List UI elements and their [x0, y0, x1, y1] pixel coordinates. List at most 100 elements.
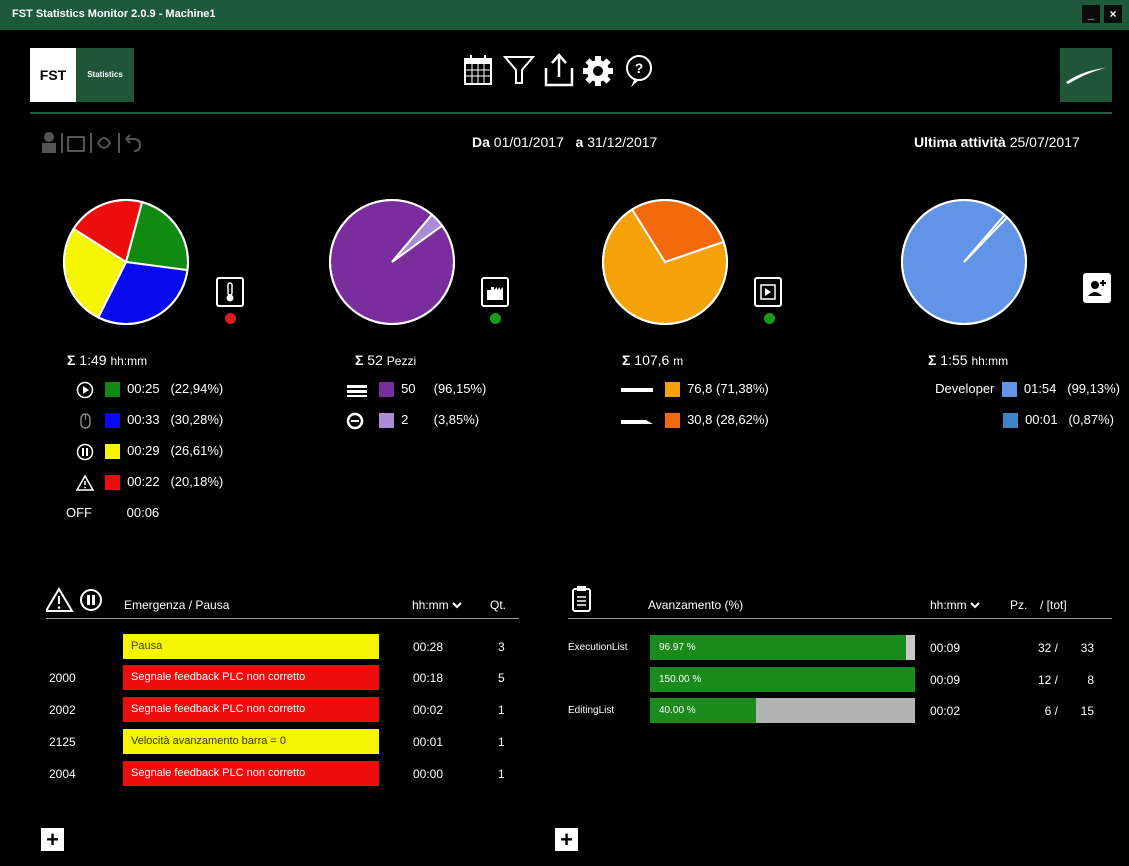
- pieces-status-dot: [490, 313, 501, 324]
- pieces-legend: 50 (96,15%) 2 (3,85%): [346, 378, 486, 431]
- progress-pz: 32 /: [1037, 641, 1058, 655]
- legend-percent: (30,28%): [170, 412, 224, 427]
- logo-statistics-text: Statistics: [76, 48, 134, 102]
- alarm-code: 2000: [49, 671, 76, 685]
- legend-percent: (96,15%): [433, 381, 487, 396]
- alarm-time: 00:02: [413, 703, 444, 717]
- mouse-icon: [80, 412, 91, 429]
- time-sum: Σ 1:49 hh:mm: [67, 352, 148, 368]
- legend-time: 00:22: [127, 474, 160, 489]
- window-title: FST Statistics Monitor 2.0.9 - Machine1: [12, 8, 216, 20]
- pieces-sum-value: 52: [367, 352, 383, 368]
- minimize-button[interactable]: _: [1082, 5, 1100, 23]
- legend-swatch: [664, 413, 680, 429]
- alarm-description: Segnale feedback PLC non corretto: [123, 761, 379, 786]
- legend-swatch: [378, 382, 394, 398]
- cutting-list-icon[interactable]: [754, 277, 782, 307]
- legend-percent: (26,61%): [170, 443, 224, 458]
- legend-value: 30,8 (28,62%): [687, 412, 769, 427]
- legend-row-user: Developer 01:54 (99,13%): [890, 378, 1120, 400]
- list-name: ExecutionList: [568, 642, 628, 653]
- alarms-sort-time[interactable]: hh:mm: [412, 598, 462, 612]
- legend-row-used-meters: 76,8 (71,38%): [620, 378, 769, 400]
- legend-swatch: [664, 382, 680, 398]
- legend-row-off: OFF 00:06: [66, 502, 223, 524]
- play-icon: [76, 381, 94, 398]
- pause-icon: [76, 443, 94, 460]
- progress-tot: 33: [1080, 641, 1094, 655]
- alarms-col-time: hh:mm: [412, 598, 449, 612]
- to-label: a: [575, 134, 584, 150]
- pause-icon: [80, 589, 102, 611]
- alarms-header-title: Emergenza / Pausa: [124, 598, 230, 612]
- meters-sum: Σ 107,6 m: [622, 352, 684, 368]
- chevron-down-icon: [970, 602, 980, 609]
- users-legend: Developer 01:54 (99,13%) 00:01 (0,87%): [890, 378, 1120, 431]
- add-list-button[interactable]: +: [555, 828, 578, 851]
- help-icon[interactable]: ?: [622, 50, 662, 94]
- time-sum-value: 1:49: [79, 352, 107, 368]
- alarms-col-qty: Qt.: [490, 598, 507, 612]
- alarm-time: 00:01: [413, 735, 444, 749]
- alarm-description: Pausa: [123, 634, 379, 659]
- legend-swatch: [1002, 413, 1018, 429]
- alarm-code: 2002: [49, 703, 76, 717]
- progress-fill: 96.97 %: [650, 635, 907, 660]
- legend-row-user: 00:01 (0,87%): [890, 409, 1120, 431]
- users-sum: Σ 1:55 hh:mm: [928, 352, 1009, 368]
- alarm-qty: 1: [498, 767, 505, 781]
- progress-col-time: hh:mm: [930, 598, 967, 612]
- meters-sum-unit: m: [673, 354, 684, 368]
- alarm-code: 2004: [49, 767, 76, 781]
- thermometer-icon[interactable]: [216, 277, 244, 307]
- progress-sort-time[interactable]: hh:mm: [930, 598, 980, 612]
- pieces-sum: Σ 52 Pezzi: [355, 352, 417, 368]
- time-legend: 00:25 (22,94%) 00:33 (30,28%) 00:29 (26,…: [66, 378, 224, 524]
- alarm-qty: 3: [498, 640, 505, 654]
- calendar-icon[interactable]: [462, 50, 502, 94]
- legend-swatch: [104, 413, 120, 429]
- users-sum-value: 1:55: [940, 352, 968, 368]
- progress-bar: 150.00 %: [650, 667, 915, 692]
- from-label: Da: [472, 134, 490, 150]
- legend-row-work: 00:25 (22,94%): [76, 378, 223, 400]
- legend-percent: (3,85%): [433, 412, 480, 427]
- legend-percent: (20,18%): [170, 474, 224, 489]
- list-name: EditingList: [568, 705, 615, 716]
- close-button[interactable]: ×: [1104, 5, 1122, 23]
- progress-time: 00:09: [930, 641, 961, 655]
- progress-pz: 6 /: [1044, 704, 1058, 718]
- progress-pz: 12 /: [1037, 673, 1058, 687]
- user-name: Developer: [935, 381, 995, 396]
- last-activity-value: 25/07/2017: [1009, 134, 1080, 150]
- to-date: 31/12/2017: [587, 134, 658, 150]
- clipboard-icon: [571, 585, 593, 616]
- legend-percent: (22,94%): [170, 381, 224, 396]
- progress-fill: 150.00 %: [650, 667, 915, 692]
- off-time: 00:06: [126, 505, 160, 520]
- progress-tot: 15: [1080, 704, 1094, 718]
- factory-icon[interactable]: [481, 277, 509, 307]
- time-status-dot: [225, 313, 236, 324]
- date-range[interactable]: Da 01/01/2017 a 31/12/2017: [472, 134, 657, 150]
- progress-remaining: [905, 635, 915, 660]
- alarm-qty: 5: [498, 671, 505, 685]
- legend-row-alarm: 00:22 (20,18%): [75, 471, 224, 493]
- settings-icon[interactable]: [580, 50, 620, 94]
- rework-icon: [346, 412, 364, 429]
- header-divider: [30, 112, 1112, 114]
- users-icon[interactable]: [1083, 273, 1111, 303]
- legend-value: 76,8 (71,38%): [687, 381, 769, 396]
- alarm-description: Segnale feedback PLC non corretto: [123, 665, 379, 690]
- brand-logo: [1060, 48, 1112, 102]
- off-label: OFF: [66, 505, 92, 520]
- add-alarm-button[interactable]: +: [41, 828, 64, 851]
- legend-swatch: [378, 413, 394, 429]
- filter-icon[interactable]: [502, 50, 542, 94]
- alarm-time: 00:00: [413, 767, 444, 781]
- legend-percent: (99,13%): [1067, 381, 1120, 396]
- warning-icon: [44, 587, 74, 612]
- meters-status-dot: [764, 313, 775, 324]
- progress-col-pz: Pz.: [1010, 598, 1028, 612]
- export-icon[interactable]: [542, 50, 582, 94]
